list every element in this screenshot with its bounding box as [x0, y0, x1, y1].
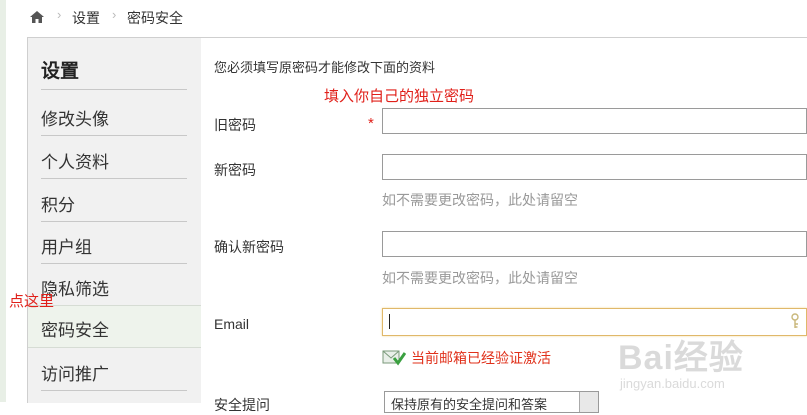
key-icon: [790, 313, 800, 334]
security-question-value: 保持原有的安全提问和答案: [391, 397, 548, 412]
verified-mail-icon: [382, 348, 407, 371]
old-password-label: 旧密码: [214, 117, 256, 133]
sidebar-item-label: 个人资料: [41, 153, 109, 172]
sidebar-item-label: 密码安全: [41, 321, 109, 340]
breadcrumb-separator: ›: [57, 7, 62, 22]
sidebar-item-usergroup[interactable]: 用户组: [28, 222, 201, 264]
sidebar-item-label: 用户组: [41, 238, 92, 257]
sidebar-item-password-security[interactable]: 密码安全: [28, 305, 201, 348]
home-icon[interactable]: [29, 9, 45, 25]
new-password-input[interactable]: [382, 154, 807, 180]
sidebar-item-label: 积分: [41, 196, 75, 215]
divider: [41, 178, 187, 179]
breadcrumb-separator: ›: [112, 7, 117, 22]
click-here-annotation: 点这里: [9, 293, 55, 310]
left-edge-strip: [0, 0, 6, 402]
confirm-password-hint: 如不需要更改密码，此处请留空: [382, 270, 578, 286]
divider: [41, 89, 187, 90]
security-question-select[interactable]: 保持原有的安全提问和答案: [384, 391, 599, 413]
fill-password-annotation: 填入你自己的独立密码: [324, 88, 475, 105]
sidebar-item-label: 修改头像: [41, 110, 109, 129]
watermark-url: jingyan.baidu.com: [620, 376, 725, 391]
form-notice: 您必须填写原密码才能修改下面的资料: [214, 60, 436, 75]
sidebar-item-referral[interactable]: 访问推广: [28, 349, 201, 391]
breadcrumb-item-settings[interactable]: 设置: [72, 8, 100, 28]
settings-sidebar: 设置 修改头像 个人资料 积分 用户组 隐私筛选 密码安全 访问推广: [27, 37, 201, 403]
confirm-password-label: 确认新密码: [214, 239, 284, 255]
sidebar-item-credits[interactable]: 积分: [28, 180, 201, 222]
password-form-panel: 您必须填写原密码才能修改下面的资料 填入你自己的独立密码 旧密码 * 新密码 如…: [200, 37, 807, 413]
old-password-input[interactable]: [382, 108, 807, 134]
required-mark: *: [368, 115, 374, 132]
security-question-label: 安全提问: [214, 397, 270, 413]
sidebar-item-avatar[interactable]: 修改头像: [28, 94, 201, 136]
sidebar-item-label: 访问推广: [41, 365, 109, 384]
breadcrumb: › 设置 › 密码安全: [0, 0, 807, 36]
chevron-down-icon[interactable]: [579, 392, 598, 412]
sidebar-title: 设置: [41, 61, 80, 82]
email-label: Email: [214, 316, 250, 332]
breadcrumb-item-password-security[interactable]: 密码安全: [127, 8, 183, 28]
new-password-label: 新密码: [214, 162, 256, 178]
sidebar-item-profile[interactable]: 个人资料: [28, 137, 201, 179]
text-caret: [389, 314, 390, 329]
email-verified-status: 当前邮箱已经验证激活: [411, 350, 551, 366]
new-password-hint: 如不需要更改密码，此处请留空: [382, 192, 578, 208]
confirm-password-input[interactable]: [382, 231, 807, 257]
divider: [41, 135, 187, 136]
divider: [41, 390, 187, 391]
baidu-jingyan-watermark: Bai经验: [618, 339, 744, 377]
